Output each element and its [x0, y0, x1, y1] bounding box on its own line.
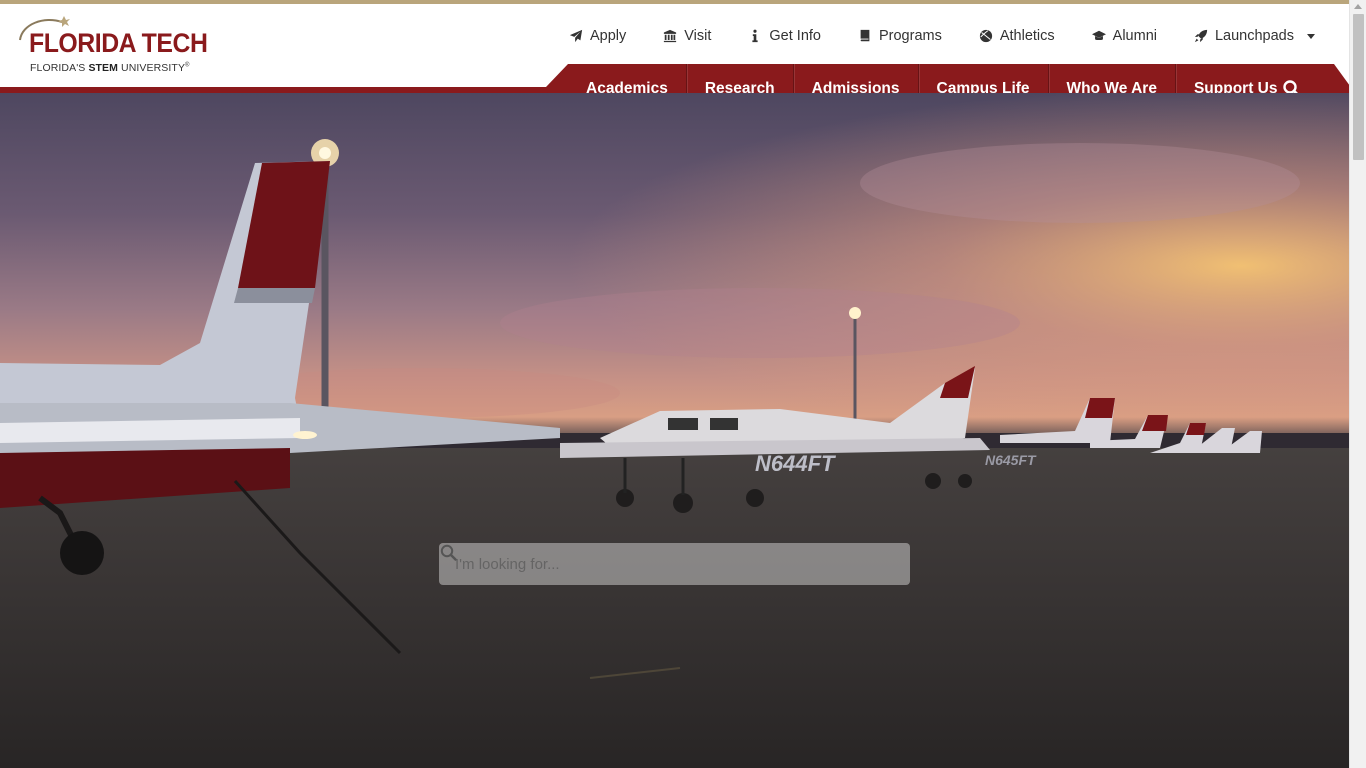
- utility-get-info[interactable]: Get Info: [748, 28, 821, 44]
- utility-athletics[interactable]: Athletics: [979, 28, 1055, 44]
- tail-number-text-2: N645FT: [985, 452, 1037, 468]
- ball-icon: [979, 29, 992, 43]
- utility-visit[interactable]: Visit: [663, 28, 711, 44]
- building-columns-icon: [664, 29, 677, 43]
- search-submit-icon[interactable]: [439, 543, 459, 563]
- florida-tech-logo[interactable]: FLORIDA TECH FLORIDA'S STEM UNIVERSITY®: [16, 14, 208, 76]
- book-icon: [860, 29, 870, 42]
- vertical-scrollbar[interactable]: [1349, 0, 1366, 768]
- paper-plane-icon: [569, 29, 583, 43]
- graduation-cap-icon: [1091, 30, 1106, 41]
- scroll-up-arrow-icon[interactable]: [1354, 4, 1362, 9]
- tail-number-text: N644FT: [755, 451, 836, 476]
- utility-alumni[interactable]: Alumni: [1091, 28, 1157, 44]
- utility-programs[interactable]: Programs: [858, 28, 942, 44]
- chevron-down-icon: [1307, 33, 1315, 39]
- utility-nav: Apply Visit Get Info Programs Athletics …: [532, 24, 1315, 48]
- utility-apply[interactable]: Apply: [569, 28, 626, 44]
- site-search-box: [439, 543, 910, 585]
- info-icon: [752, 29, 759, 43]
- utility-launchpads[interactable]: Launchpads: [1194, 28, 1315, 44]
- airfield-sunset-illustration: N644FT N645FT: [0, 93, 1349, 768]
- site-search-input[interactable]: [455, 555, 894, 573]
- scrollbar-thumb[interactable]: [1353, 14, 1364, 160]
- logo-tagline: FLORIDA'S STEM UNIVERSITY®: [30, 62, 190, 74]
- hero-image: N644FT N645FT: [0, 93, 1349, 768]
- logo-title: FLORIDA TECH: [29, 28, 208, 58]
- rocket-icon: [1194, 29, 1208, 43]
